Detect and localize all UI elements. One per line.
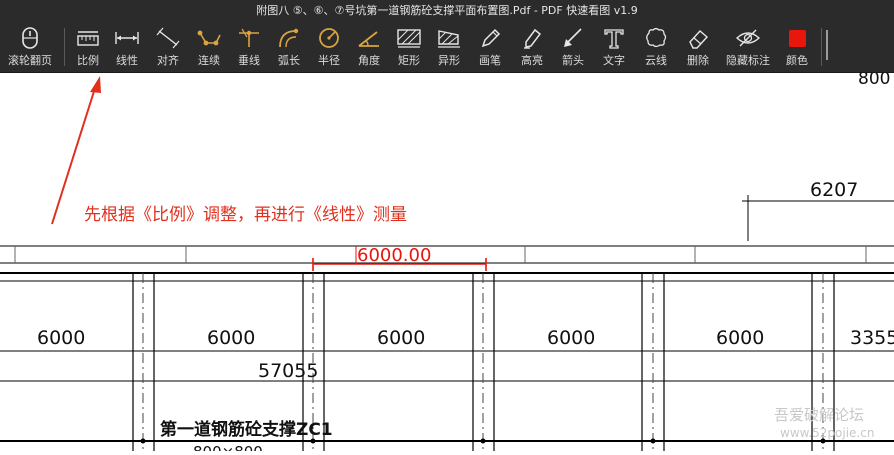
tool-delete[interactable]: 删除 bbox=[677, 22, 719, 72]
color-swatch bbox=[788, 29, 806, 47]
tool-label: 弧长 bbox=[278, 54, 300, 67]
span-dimension: 6000 bbox=[716, 327, 764, 349]
tool-label: 角度 bbox=[358, 54, 380, 67]
ruler-scale-icon bbox=[75, 26, 101, 50]
tool-rectangle-area[interactable]: 矩形 bbox=[389, 22, 429, 72]
arrow-icon bbox=[560, 26, 586, 50]
total-dimension: 57055 bbox=[258, 360, 318, 382]
tool-label: 比例 bbox=[77, 54, 99, 67]
tool-label: 画笔 bbox=[479, 54, 501, 67]
measure-value: 6000.00 bbox=[357, 245, 431, 266]
column-axis bbox=[132, 273, 155, 451]
drawing-svg: 6207 800 6000.00 6000 6000 6000 6000 600… bbox=[0, 69, 894, 455]
tool-arrow[interactable]: 箭头 bbox=[553, 22, 593, 72]
tool-perpendicular[interactable]: 垂线 bbox=[229, 22, 269, 72]
tool-label: 异形 bbox=[438, 54, 460, 67]
tool-scale[interactable]: 比例 bbox=[69, 22, 107, 72]
tool-label: 垂线 bbox=[238, 54, 260, 67]
tool-label: 云线 bbox=[645, 54, 667, 67]
dimension-text: 800 bbox=[858, 73, 890, 89]
dimension-text: 6207 bbox=[810, 179, 858, 201]
tool-text[interactable]: 文字 bbox=[593, 22, 635, 72]
arc-length-icon bbox=[276, 26, 302, 50]
tool-label: 对齐 bbox=[157, 54, 179, 67]
perpendicular-icon bbox=[236, 26, 262, 50]
instruction-annotation: 先根据《比例》调整，再进行《线性》测量 bbox=[84, 205, 407, 225]
toolbar: 滚轮翻页 比例 线性 对齐 连续 垂线 弧长 半径 角度 矩形 异形 画笔 高亮… bbox=[0, 22, 894, 73]
tool-cloud-line[interactable]: 云线 bbox=[635, 22, 677, 72]
linear-dimension-icon bbox=[114, 26, 140, 50]
watermark-text: 吾爱破解论坛 bbox=[774, 406, 865, 424]
rectangle-area-icon bbox=[396, 26, 422, 50]
span-dimension: 3355 bbox=[850, 327, 894, 349]
tool-label: 半径 bbox=[318, 54, 340, 67]
beam-label: 第一道钢筋砼支撑ZC1 bbox=[160, 419, 333, 440]
tool-label: 线性 bbox=[116, 54, 138, 67]
highlighter-icon bbox=[519, 26, 545, 50]
tool-linear[interactable]: 线性 bbox=[107, 22, 147, 72]
span-dimension: 6000 bbox=[547, 327, 595, 349]
window-title-bar: 附图八 ⑤、⑥、⑦号坑第一道钢筋砼支撑平面布置图.Pdf - PDF 快速看图 … bbox=[0, 0, 894, 22]
toolbar-separator bbox=[821, 28, 822, 66]
span-dimension: 6000 bbox=[207, 327, 255, 349]
tool-label: 滚轮翻页 bbox=[8, 54, 52, 67]
pen-icon bbox=[477, 26, 503, 50]
window-title: 附图八 ⑤、⑥、⑦号坑第一道钢筋砼支撑平面布置图.Pdf - PDF 快速看图 … bbox=[256, 4, 638, 17]
span-dimension: 6000 bbox=[37, 327, 85, 349]
toolbar-separator bbox=[64, 28, 65, 66]
aligned-dimension-icon bbox=[155, 26, 181, 50]
drawing-canvas[interactable]: 6207 800 6000.00 6000 6000 6000 6000 600… bbox=[0, 69, 894, 455]
tool-label: 高亮 bbox=[521, 54, 543, 67]
mouse-icon bbox=[17, 26, 43, 50]
tool-continuous[interactable]: 连续 bbox=[189, 22, 229, 72]
watermark-url: www.52pojie.cn bbox=[780, 426, 875, 440]
tool-label: 删除 bbox=[687, 54, 709, 67]
tool-angle[interactable]: 角度 bbox=[349, 22, 389, 72]
tool-label: 颜色 bbox=[786, 54, 808, 67]
tool-label: 隐藏标注 bbox=[726, 54, 770, 67]
tool-pen[interactable]: 画笔 bbox=[469, 22, 511, 72]
eye-hide-icon bbox=[735, 26, 761, 50]
tool-label: 箭头 bbox=[562, 54, 584, 67]
tool-arc-length[interactable]: 弧长 bbox=[269, 22, 309, 72]
tool-scroll-page[interactable]: 滚轮翻页 bbox=[0, 22, 60, 72]
color-swatch-icon bbox=[784, 26, 810, 50]
tool-radius[interactable]: 半径 bbox=[309, 22, 349, 72]
cloud-line-icon bbox=[643, 26, 669, 50]
angle-icon bbox=[356, 26, 382, 50]
tool-color[interactable]: 颜色 bbox=[777, 22, 817, 72]
text-icon bbox=[601, 26, 627, 50]
tool-label: 连续 bbox=[198, 54, 220, 67]
tool-hide-annotations[interactable]: 隐藏标注 bbox=[719, 22, 777, 72]
tool-aligned[interactable]: 对齐 bbox=[147, 22, 189, 72]
tool-label: 矩形 bbox=[398, 54, 420, 67]
tool-polygon-area[interactable]: 异形 bbox=[429, 22, 469, 72]
span-dimension: 6000 bbox=[377, 327, 425, 349]
column-axis bbox=[641, 273, 665, 451]
continuous-dimension-icon bbox=[196, 26, 222, 50]
toolbar-overflow-icon[interactable] bbox=[826, 30, 836, 60]
column-axis bbox=[472, 273, 495, 451]
polygon-area-icon bbox=[436, 26, 462, 50]
radius-icon bbox=[316, 26, 342, 50]
beam-size: 800×800 bbox=[193, 443, 263, 451]
tool-highlighter[interactable]: 高亮 bbox=[511, 22, 553, 72]
tool-label: 文字 bbox=[603, 54, 625, 67]
eraser-icon bbox=[685, 26, 711, 50]
